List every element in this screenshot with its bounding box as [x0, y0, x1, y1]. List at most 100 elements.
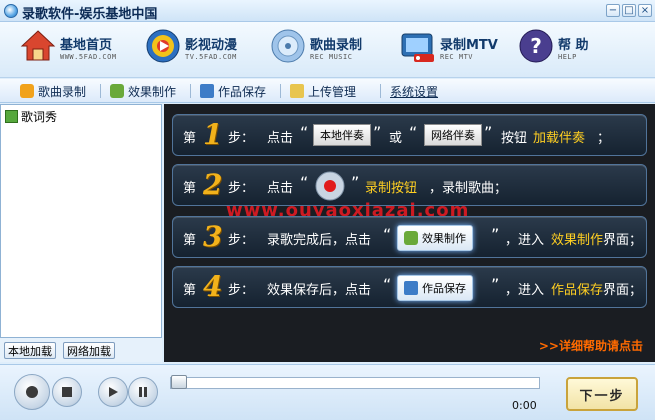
step-4: 第 4 步： 效果保存后，点击 “ 作品保存 ” ，进入 作品保存 界面； — [172, 266, 647, 308]
divider — [100, 84, 101, 98]
sub-toolbar: 歌曲录制 效果制作 作品保存 上传管理 系统设置 — [0, 79, 655, 103]
play-button[interactable] — [98, 377, 128, 407]
step-label-di: 第 — [183, 181, 197, 196]
toolbar-effects[interactable]: 效果制作 — [110, 82, 176, 100]
divider — [190, 84, 191, 98]
video-icon — [146, 29, 180, 63]
step-number: 1 — [203, 118, 223, 151]
step-end: ； — [597, 131, 611, 146]
nav-video[interactable]: 影视动漫 TV.5FAD.COM — [145, 24, 265, 76]
pause-icon — [139, 387, 147, 397]
quote-open: “ — [300, 173, 309, 192]
step-highlight: 录制按钮 — [365, 181, 418, 196]
cd-record-icon — [271, 29, 305, 63]
step-number: 2 — [203, 168, 223, 201]
next-step-button[interactable]: 下一步 — [566, 377, 638, 411]
main-nav: 基地首页 WWW.5FAD.COM 影视动漫 TV.5FAD.COM 歌曲录制 … — [0, 22, 655, 78]
nav-video-title: 影视动漫 — [185, 38, 238, 53]
quote-close: ” — [491, 225, 500, 244]
nav-rec-music[interactable]: 歌曲录制 REC MUSIC — [270, 24, 385, 76]
step-text: 效果保存后，点击 — [267, 283, 372, 298]
tree-item-label: 歌词秀 — [21, 110, 58, 124]
stop-button[interactable] — [52, 377, 82, 407]
help-link[interactable]: >>详细帮助请点击 — [539, 337, 643, 354]
step-text: 点击 — [267, 181, 294, 196]
quote-open: “ — [383, 225, 392, 244]
step-number: 4 — [203, 270, 223, 303]
quote-open: “ — [300, 123, 309, 142]
maximize-button[interactable]: □ — [622, 4, 636, 17]
quote-close: ” — [373, 123, 382, 142]
quote-close: ” — [491, 275, 500, 294]
toolbar-rec-song-label: 歌曲录制 — [38, 84, 87, 99]
stop-icon — [62, 387, 72, 397]
toolbar-upload[interactable]: 上传管理 — [290, 82, 356, 100]
nav-rec-music-title: 歌曲录制 — [310, 38, 363, 53]
record-icon — [26, 386, 38, 398]
lyrics-tree-panel: 歌词秀 — [0, 104, 162, 338]
save-icon — [200, 84, 214, 98]
app-icon — [4, 4, 18, 18]
toolbar-settings[interactable]: 系统设置 — [390, 82, 438, 100]
toolbar-settings-label: 系统设置 — [390, 84, 439, 99]
nav-home[interactable]: 基地首页 WWW.5FAD.COM — [20, 24, 140, 76]
net-load-button[interactable]: 网络加载 — [63, 342, 115, 359]
load-buttons-bar: 本地加载 网络加载 — [0, 338, 162, 362]
effects-button-preview: 效果制作 — [397, 225, 473, 251]
nav-home-sub: WWW.5FAD.COM — [60, 53, 117, 61]
upload-icon — [290, 84, 304, 98]
step-label-bu: 步： — [228, 233, 255, 248]
progress-slider-handle[interactable] — [171, 375, 187, 389]
save-icon — [404, 281, 418, 295]
step-text: ，进入 — [505, 233, 545, 248]
nav-video-sub: TV.5FAD.COM — [185, 53, 237, 61]
svg-text:?: ? — [530, 34, 542, 58]
toolbar-save[interactable]: 作品保存 — [200, 82, 266, 100]
nav-rec-mtv-sub: REC MTV — [440, 53, 474, 61]
step-1: 第 1 步： 点击 “ 本地伴奏 ” 或 “ 网络伴奏 ” 按钮 加载伴奏 ； — [172, 114, 647, 156]
title-bar: 录歌软件-娱乐基地中国 − □ × — [0, 0, 655, 22]
mtv-record-icon — [401, 33, 434, 62]
pause-button[interactable] — [128, 377, 158, 407]
toolbar-effects-label: 效果制作 — [128, 84, 177, 99]
toolbar-upload-label: 上传管理 — [308, 84, 357, 99]
record-button-icon — [315, 171, 345, 201]
nav-rec-mtv[interactable]: 录制MTV REC MTV — [400, 24, 515, 76]
nav-help[interactable]: ? 帮 助 HELP — [518, 24, 628, 76]
steps-panel: 第 1 步： 点击 “ 本地伴奏 ” 或 “ 网络伴奏 ” 按钮 加载伴奏 ； … — [164, 104, 655, 362]
step-label-di: 第 — [183, 131, 197, 146]
toolbar-rec-song[interactable]: 歌曲录制 — [20, 82, 86, 100]
step-text: 点击 — [267, 131, 294, 146]
quote-open: “ — [409, 123, 418, 142]
music-note-icon — [20, 84, 34, 98]
local-accompaniment-button-preview: 本地伴奏 — [313, 124, 371, 146]
close-button[interactable]: × — [638, 4, 652, 17]
progress-slider[interactable] — [170, 377, 540, 389]
step-highlight: 加载伴奏 — [533, 131, 586, 146]
play-icon — [109, 387, 118, 397]
quote-open: “ — [383, 275, 392, 294]
time-display: 0:00 — [512, 399, 537, 412]
step-text: 界面； — [603, 283, 643, 298]
minimize-button[interactable]: − — [606, 4, 620, 17]
net-accompaniment-button-preview: 网络伴奏 — [424, 124, 482, 146]
save-button-preview: 作品保存 — [397, 275, 473, 301]
step-label-bu: 步： — [228, 283, 255, 298]
step-number: 3 — [203, 220, 223, 253]
step-label-di: 第 — [183, 233, 197, 248]
step-3: 第 3 步： 录歌完成后，点击 “ 效果制作 ” ，进入 效果制作 界面； — [172, 216, 647, 258]
nav-rec-mtv-title: 录制MTV — [440, 38, 498, 53]
local-load-button[interactable]: 本地加载 — [4, 342, 56, 359]
step-or: 或 — [389, 131, 403, 146]
tree-item-lyrics-show[interactable]: 歌词秀 — [5, 108, 57, 125]
record-button[interactable] — [14, 374, 50, 410]
window-title: 录歌软件-娱乐基地中国 — [22, 7, 158, 22]
divider — [380, 84, 381, 98]
quote-close: ” — [351, 173, 360, 192]
step-text: 界面； — [603, 233, 643, 248]
nav-rec-music-sub: REC MUSIC — [310, 53, 353, 61]
step-text: ，进入 — [505, 283, 545, 298]
step-highlight: 效果制作 — [551, 233, 604, 248]
step-text: ，录制歌曲； — [429, 181, 508, 196]
step-label-bu: 步： — [228, 131, 255, 146]
